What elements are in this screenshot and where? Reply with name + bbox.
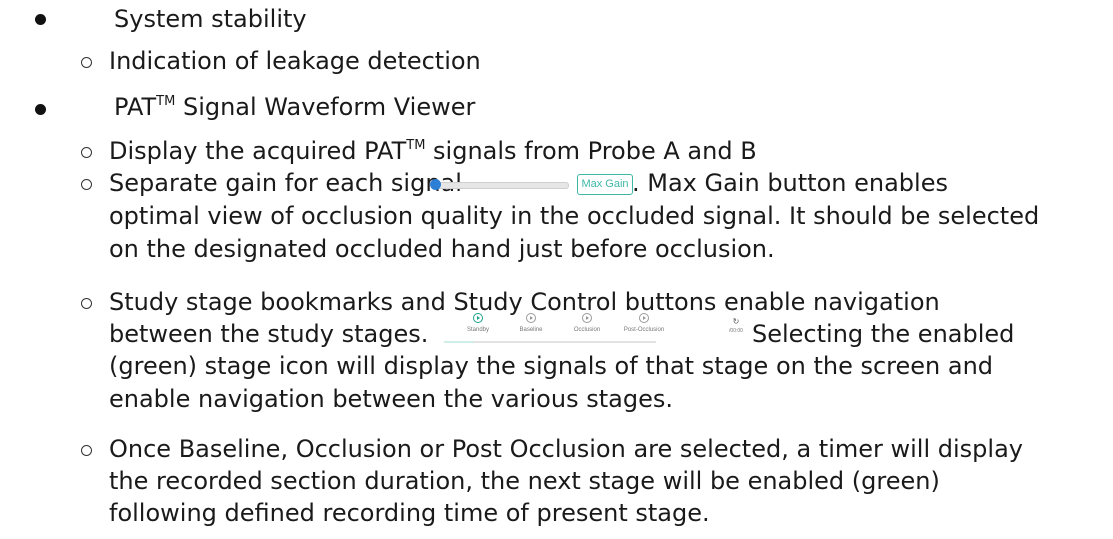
text: PAT	[114, 93, 157, 121]
text: Separate gain for each signal	[109, 169, 462, 197]
text: signals from Probe A and B	[425, 137, 757, 165]
play-circle-icon	[639, 313, 649, 323]
sub-bullet	[81, 445, 92, 456]
text: Signal Waveform Viewer	[175, 93, 476, 121]
trademark: TM	[406, 138, 426, 153]
text: (green) stage icon will display the sign…	[109, 352, 994, 380]
sub-bullet	[81, 298, 92, 309]
text-continued: (green) stage icon will display the sign…	[109, 351, 993, 381]
sub-item-gain: Separate gain for each signal	[109, 168, 462, 198]
text-continued: optimal view of occlusion quality in the…	[109, 201, 1039, 231]
text-continued: between the study stages.	[109, 319, 428, 349]
play-circle-icon	[526, 313, 536, 323]
text: on the designated occluded hand just bef…	[109, 235, 775, 263]
sub-bullet	[81, 179, 92, 190]
text: Once Baseline, Occlusion or Post Occlusi…	[109, 435, 1023, 463]
text-continued: Selecting the enabled	[752, 319, 1014, 349]
sub-item-timer: Once Baseline, Occlusion or Post Occlusi…	[109, 434, 1023, 464]
text-continued: the recorded section duration, the next …	[109, 466, 940, 496]
bullet-dot	[35, 104, 46, 115]
play-circle-icon	[582, 313, 592, 323]
stage-standby[interactable]: Standby	[448, 313, 508, 333]
text: enable navigation between the various st…	[109, 385, 673, 413]
text: between the study stages.	[109, 320, 429, 348]
text-continued: enable navigation between the various st…	[109, 384, 673, 414]
text: optimal view of occlusion quality in the…	[109, 202, 1040, 230]
stage-occlusion[interactable]: Occlusion	[557, 313, 617, 333]
bullet-waveform-viewer: PATTM Signal Waveform Viewer	[114, 92, 475, 122]
text-continued: . Max Gain button enables	[632, 168, 948, 198]
stage-post-occlusion[interactable]: Post-Occlusion	[614, 313, 674, 333]
trademark: TM	[156, 94, 176, 109]
stage-label: Standby	[466, 327, 490, 333]
text: Indication of leakage detection	[109, 47, 481, 75]
text: the recorded section duration, the next …	[109, 467, 940, 495]
text-continued: on the designated occluded hand just bef…	[109, 234, 775, 264]
stage-bar: Standby Baseline Occlusion Post-Occlusio…	[444, 313, 743, 343]
bullet-dot	[35, 14, 46, 25]
stage-label: Post-Occlusion	[623, 327, 665, 333]
sub-bullet	[81, 147, 92, 158]
slider-track	[435, 182, 569, 189]
sub-item-display-signals: Display the acquired PATTM signals from …	[109, 136, 757, 166]
refresh-icon: ↻	[732, 317, 740, 326]
stage-progress-track	[444, 341, 656, 343]
stage-label: Baseline	[519, 327, 543, 333]
text: Selecting the enabled	[752, 320, 1015, 348]
stage-label: Occlusion	[573, 327, 601, 333]
text: . Max Gain button enables	[632, 169, 948, 197]
max-gain-button[interactable]: Max Gain	[577, 174, 633, 195]
text: Display the acquired PAT	[109, 137, 407, 165]
play-circle-icon	[473, 313, 483, 323]
text: Study stage bookmarks and Study Control …	[109, 288, 940, 316]
stage-baseline[interactable]: Baseline	[501, 313, 561, 333]
text-continued: following defined recording time of pres…	[109, 498, 710, 528]
slider-thumb[interactable]	[430, 179, 441, 190]
text: following defined recording time of pres…	[109, 499, 710, 527]
sub-bullet	[81, 57, 92, 68]
stage-progress-fill	[444, 341, 474, 343]
timer-value: /00:00	[729, 328, 743, 334]
text: System stability	[114, 5, 307, 33]
stage-timer[interactable]: ↻ /00:00	[724, 317, 748, 335]
bullet-system-stability: System stability	[114, 4, 307, 34]
sub-item-leakage: Indication of leakage detection	[109, 46, 481, 76]
